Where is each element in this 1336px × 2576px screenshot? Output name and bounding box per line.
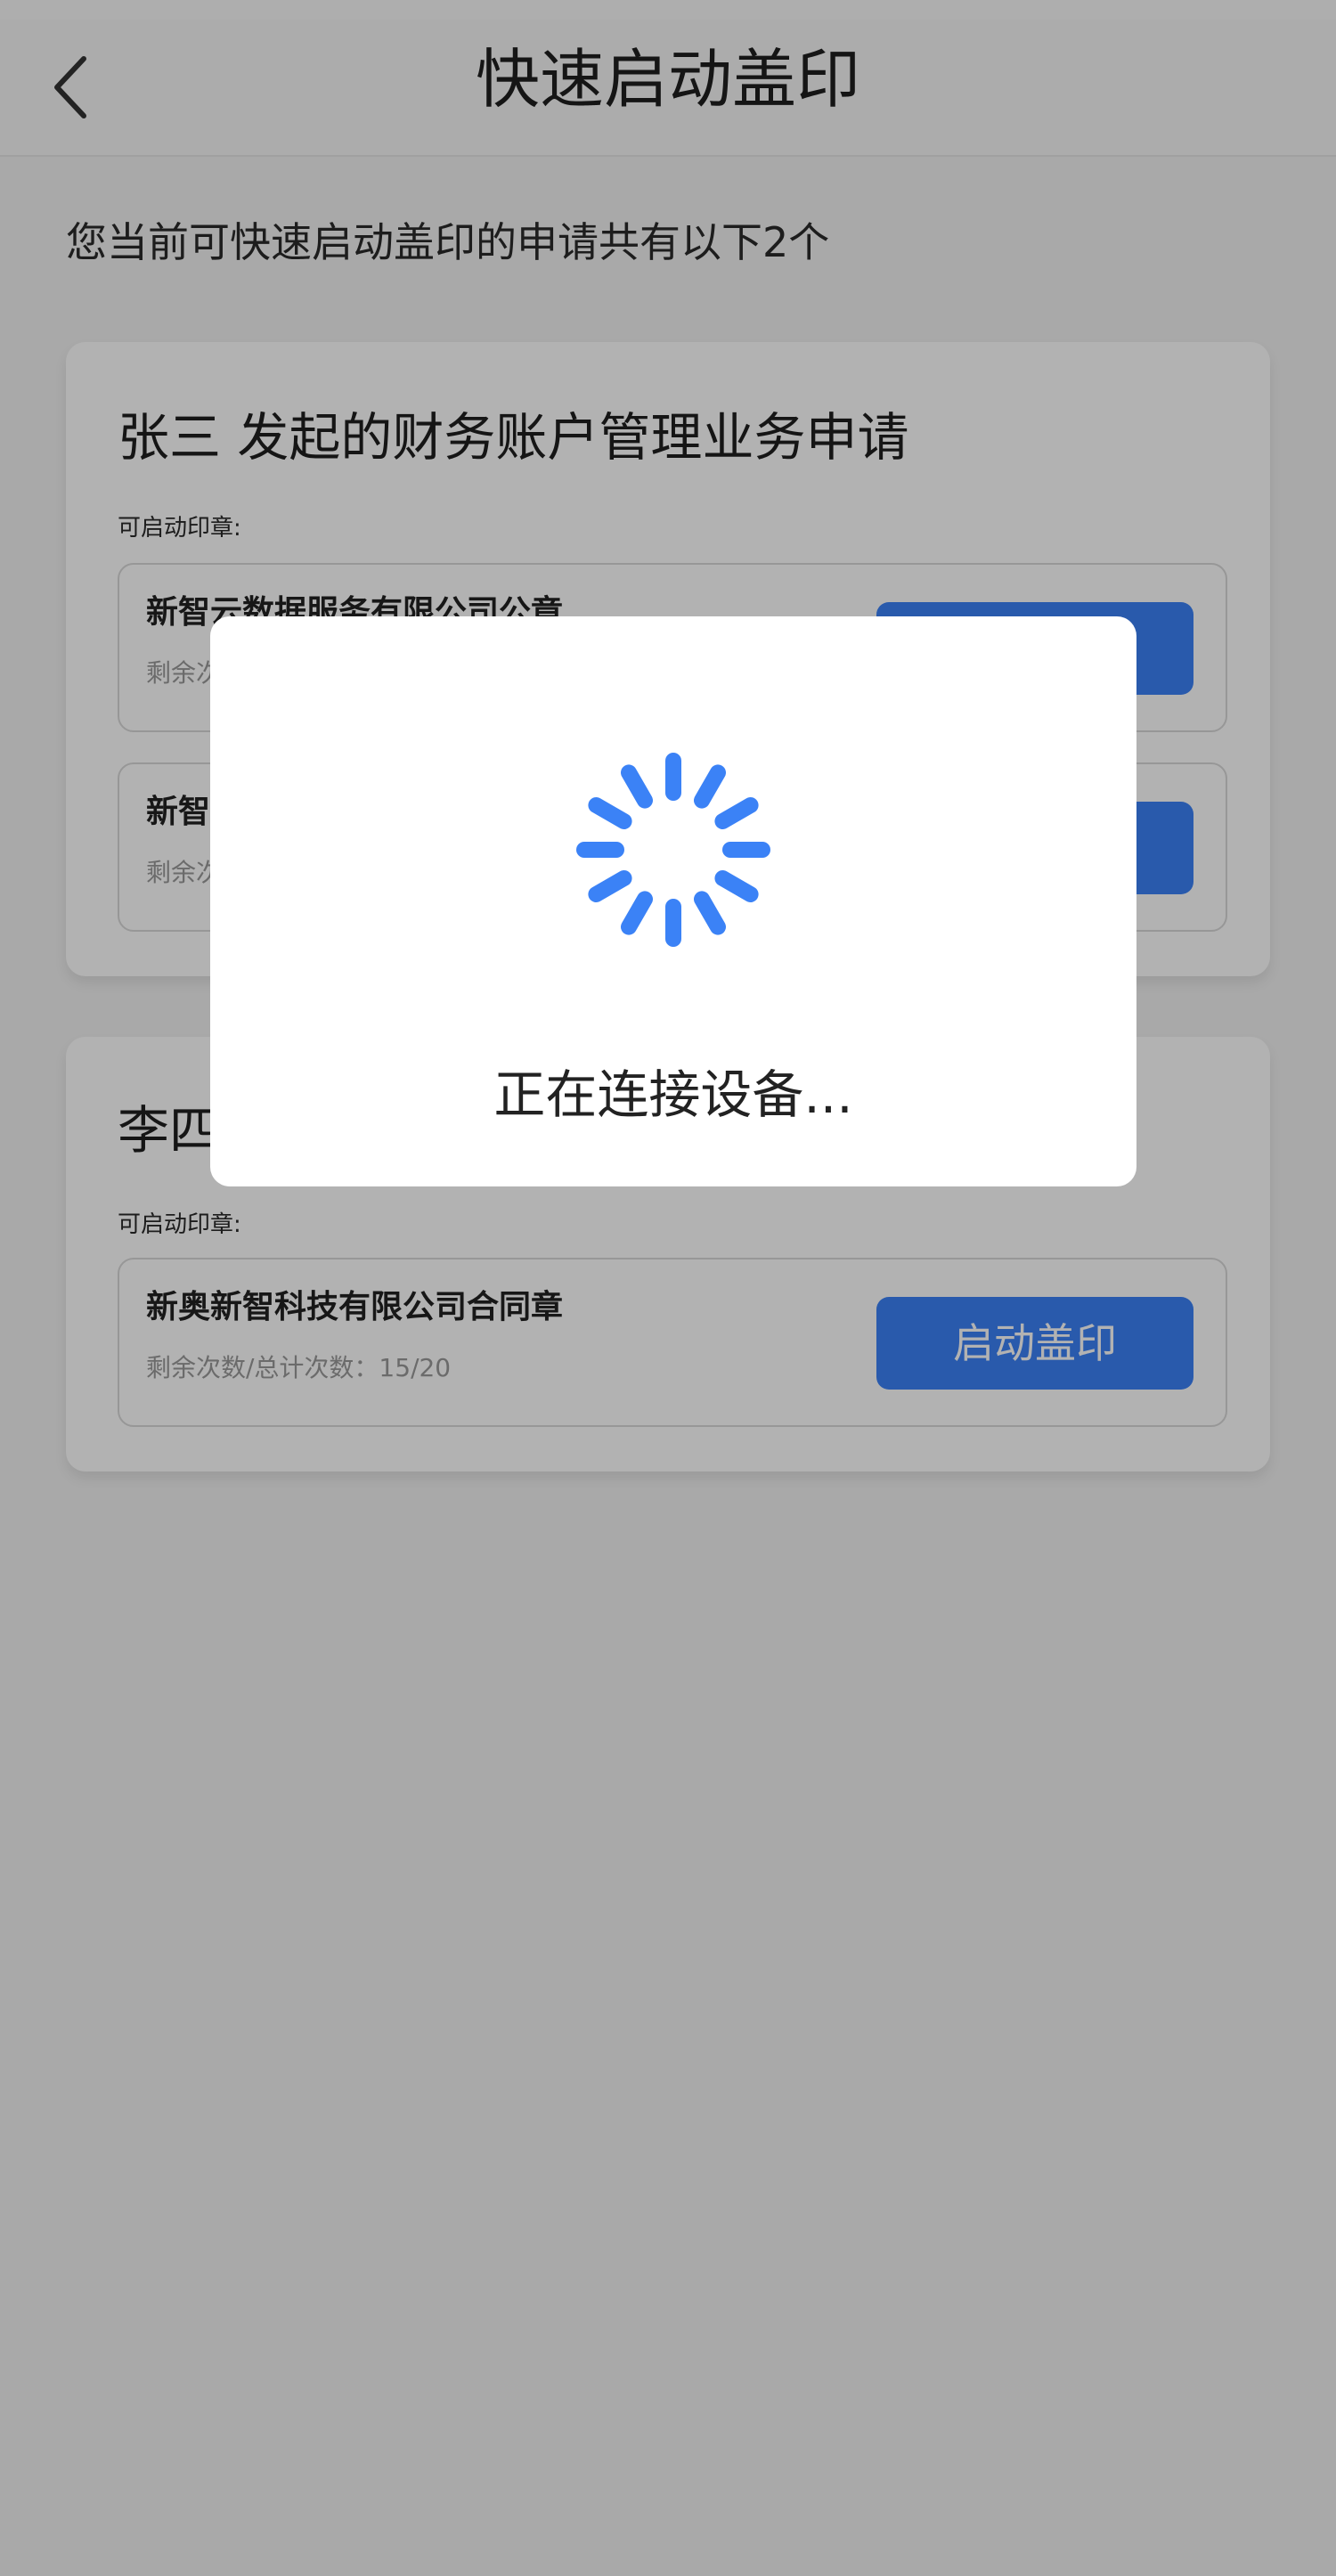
modal-overlay[interactable] <box>0 0 1336 2576</box>
loading-dialog: 正在连接设备... <box>210 616 1136 1186</box>
loading-spinner-icon <box>576 753 770 947</box>
loading-text: 正在连接设备... <box>493 1064 853 1125</box>
